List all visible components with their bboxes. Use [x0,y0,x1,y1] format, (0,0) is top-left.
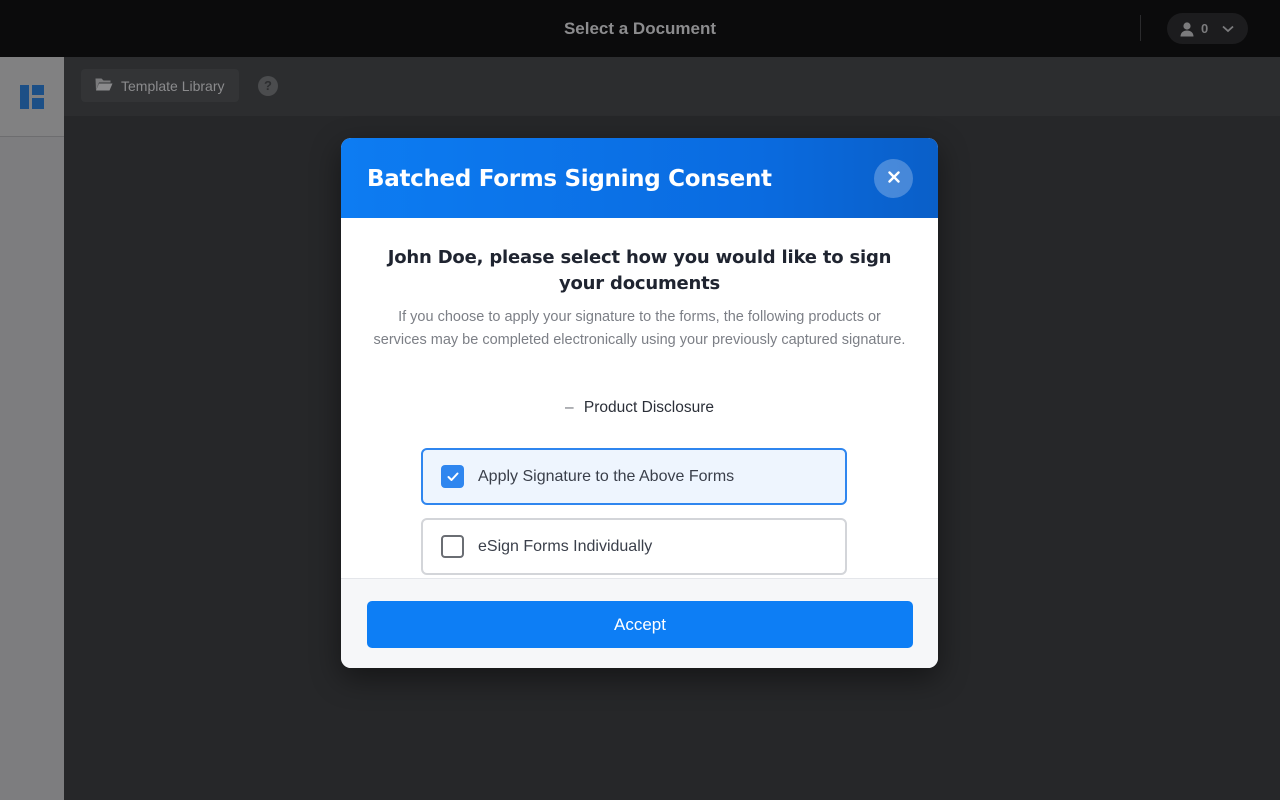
toolbar: Template Library ? [64,57,1280,116]
signing-explanation: If you choose to apply your signature to… [373,309,906,348]
disclosure-list-item: – Product Disclosure [341,399,938,417]
app-logo-icon [20,85,44,114]
option-apply-signature[interactable]: Apply Signature to the Above Forms [421,448,847,505]
checkbox-unchecked[interactable] [441,535,464,558]
chevron-down-icon [1222,25,1234,33]
dialog-body: John Doe, please select how you would li… [341,218,938,578]
divider [1140,15,1141,41]
accept-button[interactable]: Accept [367,601,913,648]
option-esign-individually[interactable]: eSign Forms Individually [421,518,847,575]
folder-open-icon [95,77,113,94]
disclosure-label: Product Disclosure [583,399,714,416]
page-title: Select a Document [563,19,717,38]
user-icon [1179,21,1195,37]
dialog-title: Batched Forms Signing Consent [367,166,772,192]
signing-consent-dialog: Batched Forms Signing Consent John Doe, … [341,138,938,668]
close-icon [887,170,900,188]
signing-prompt: John Doe, please select how you would li… [387,247,892,294]
template-library-button[interactable]: Template Library [81,69,239,102]
option-label: Apply Signature to the Above Forms [478,467,735,485]
close-button[interactable] [874,159,913,198]
checkbox-checked[interactable] [441,465,464,488]
option-label: eSign Forms Individually [478,537,653,555]
dialog-header: Batched Forms Signing Consent [341,138,938,218]
top-bar: Select a Document 0 [0,0,1280,57]
user-count: 0 [1201,21,1209,36]
template-library-label: Template Library [121,77,225,94]
help-button[interactable]: ? [258,76,278,96]
dialog-footer: Accept [341,578,938,668]
user-menu-button[interactable]: 0 [1167,13,1248,44]
list-dash: – [564,399,574,416]
sidebar-logo-area[interactable] [0,57,64,137]
sidebar [0,57,64,800]
